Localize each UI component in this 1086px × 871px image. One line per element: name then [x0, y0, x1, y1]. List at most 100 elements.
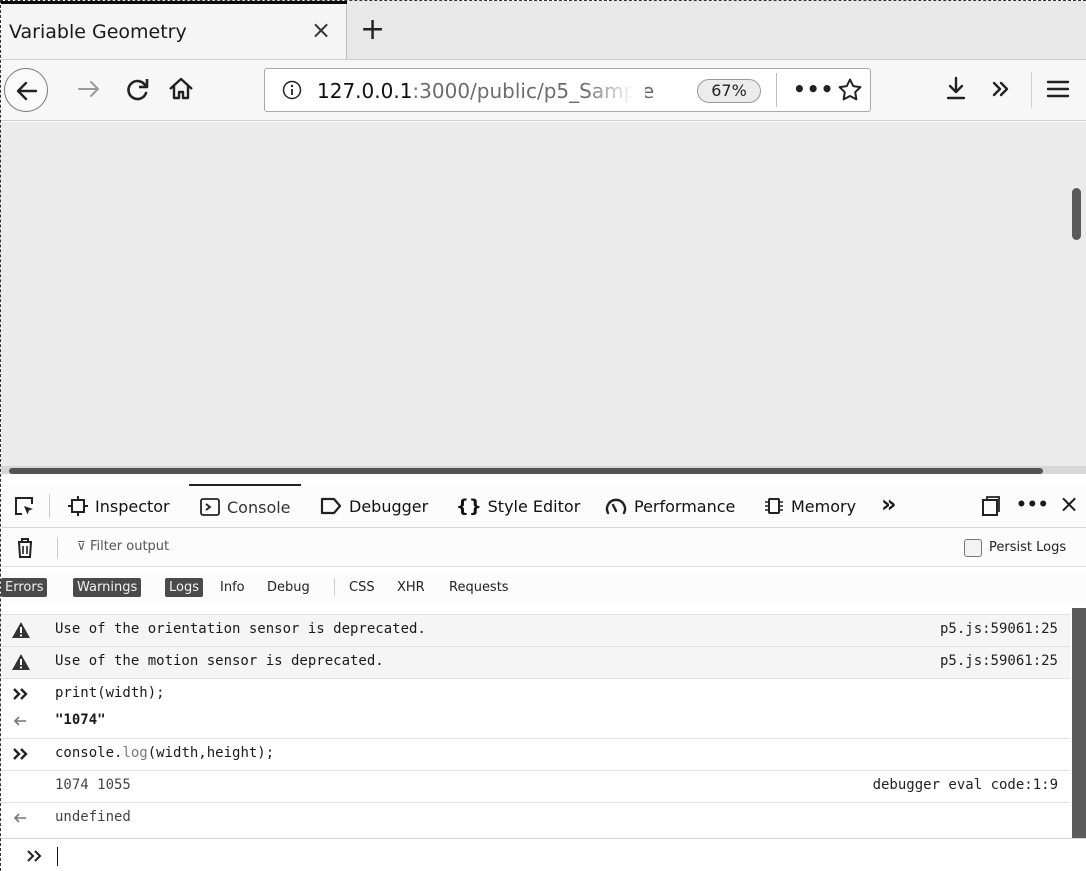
tab-debugger-label: Debugger: [349, 496, 429, 516]
console-message-text: Use of the orientation sensor is depreca…: [55, 621, 426, 637]
console-scrollbar[interactable]: [1072, 608, 1086, 838]
url-fade: [585, 71, 645, 109]
tab-style-editor[interactable]: {} Style Editor: [456, 484, 580, 528]
warning-icon: [12, 654, 30, 670]
console-filter-bar: ⊽ Filter output Persist Logs: [1, 529, 1086, 567]
filter-requests-button[interactable]: Requests: [445, 578, 513, 597]
back-button[interactable]: [4, 68, 48, 112]
hamburger-menu-icon[interactable]: [1043, 74, 1073, 104]
console-message-text: Use of the motion sensor is deprecated.: [55, 653, 384, 669]
devtools-menu-button[interactable]: •••: [1016, 495, 1049, 515]
console-message-location[interactable]: p5.js:59061:25: [940, 653, 1058, 669]
reload-icon[interactable]: [123, 74, 153, 104]
tab-style-editor-label: Style Editor: [487, 496, 581, 516]
command-chevron-icon: [13, 688, 28, 700]
input-function: log: [122, 745, 148, 761]
filter-errors-button[interactable]: Errors: [1, 578, 48, 597]
devtools-close-button[interactable]: ×: [1059, 490, 1079, 518]
filter-xhr-button[interactable]: XHR: [393, 578, 429, 597]
category-filter-bar: Errors Warnings Logs Info Debug CSS XHR …: [1, 572, 1086, 602]
console-input-text: console.log(width,height);: [55, 745, 274, 761]
command-chevron-icon: [13, 748, 28, 760]
vertical-scrollbar[interactable]: [1072, 188, 1081, 240]
console-message-warning: Use of the motion sensor is deprecated. …: [1, 646, 1070, 678]
more-tabs-button[interactable]: »: [881, 490, 897, 518]
tab-title: Variable Geometry: [9, 21, 187, 43]
tab-performance-label: Performance: [634, 496, 736, 516]
console-input-row: console.log(width,height);: [1, 738, 1070, 768]
element-picker-icon[interactable]: [13, 495, 35, 517]
style-editor-icon: {}: [456, 495, 482, 517]
console-result-row: "1074": [1, 706, 1070, 736]
memory-chip-icon: [765, 498, 783, 514]
tab-inspector[interactable]: Inspector: [67, 484, 170, 528]
category-separator: [334, 578, 335, 596]
forward-icon[interactable]: [74, 74, 104, 104]
dock-side-icon[interactable]: [979, 495, 1001, 517]
new-tab-button[interactable]: +: [360, 15, 385, 45]
console-log-row: 1074 1055 debugger eval code:1:9: [1, 770, 1070, 802]
horizontal-scrollbar[interactable]: [9, 468, 1043, 474]
url-bar[interactable]: 127.0.0.1:3000/public/p5_Sample 67% •••: [264, 68, 871, 112]
overflow-chevron-icon[interactable]: [986, 74, 1016, 104]
filter-placeholder: Filter output: [89, 539, 170, 554]
console-output: Use of the orientation sensor is depreca…: [1, 608, 1086, 871]
trash-icon[interactable]: [15, 537, 35, 559]
console-result-row: undefined: [1, 802, 1070, 834]
tab-console-label: Console: [227, 497, 291, 517]
console-input-text: print(width);: [55, 685, 165, 701]
devtools-toolbar: Inspector Console Debugger {} Style Edit…: [1, 484, 1086, 528]
download-icon[interactable]: [941, 74, 971, 104]
console-result-text: "1074": [55, 712, 106, 728]
filter-separator: [57, 537, 58, 559]
filter-warnings-button[interactable]: Warnings: [73, 578, 142, 597]
tab-memory[interactable]: Memory: [763, 484, 856, 528]
url-host: 127.0.0.1: [317, 79, 413, 103]
console-log-location[interactable]: debugger eval code:1:9: [873, 777, 1058, 793]
console-log-text: 1074 1055: [55, 777, 131, 793]
page-actions-button[interactable]: •••: [793, 77, 834, 101]
filter-logs-button[interactable]: Logs: [165, 578, 203, 597]
console-icon: [200, 498, 220, 516]
toolbar-separator: [1031, 72, 1032, 108]
home-icon[interactable]: [166, 74, 196, 104]
console-message-location[interactable]: p5.js:59061:25: [940, 621, 1058, 637]
tab-console[interactable]: Console: [189, 484, 301, 528]
input-object: console.: [55, 745, 123, 761]
url-separator: [776, 73, 777, 107]
debugger-icon: [320, 497, 342, 515]
page-content[interactable]: [1, 122, 1086, 474]
console-input-prompt[interactable]: [1, 838, 1086, 871]
performance-gauge-icon: [605, 498, 627, 515]
arrow-left-icon: [16, 81, 38, 101]
filter-info-button[interactable]: Info: [216, 578, 249, 597]
bookmark-star-icon[interactable]: [837, 77, 863, 103]
text-caret: [57, 847, 58, 866]
navigation-bar: 127.0.0.1:3000/public/p5_Sample 67% •••: [1, 59, 1086, 121]
filter-css-button[interactable]: CSS: [345, 578, 379, 597]
filter-input[interactable]: ⊽ Filter output: [77, 539, 169, 554]
persist-logs-checkbox[interactable]: [964, 539, 982, 557]
site-info-icon[interactable]: [282, 80, 302, 100]
inspector-icon: [68, 496, 88, 516]
tab-debugger[interactable]: Debugger: [319, 484, 428, 528]
devtools-separator: [49, 494, 50, 518]
prompt-chevron-icon: [27, 850, 42, 862]
console-result-text: undefined: [55, 809, 131, 825]
input-args: (width,height);: [147, 745, 275, 761]
filter-debug-button[interactable]: Debug: [263, 578, 314, 597]
zoom-level-badge[interactable]: 67%: [697, 79, 761, 103]
tab-active-indicator: [1, 1, 347, 4]
result-arrow-icon: [13, 716, 26, 726]
filter-funnel-icon: ⊽: [77, 539, 86, 553]
console-input-row: print(width);: [1, 678, 1070, 706]
persist-logs-label: Persist Logs: [989, 540, 1067, 555]
browser-tab[interactable]: Variable Geometry ×: [1, 1, 347, 59]
tab-memory-label: Memory: [791, 496, 857, 516]
tab-close-button[interactable]: ×: [311, 18, 331, 42]
console-message-warning: Use of the orientation sensor is depreca…: [1, 614, 1070, 646]
warning-icon: [12, 622, 30, 638]
tab-performance[interactable]: Performance: [604, 484, 735, 528]
tab-inspector-label: Inspector: [95, 496, 170, 516]
result-arrow-icon: [13, 813, 26, 823]
